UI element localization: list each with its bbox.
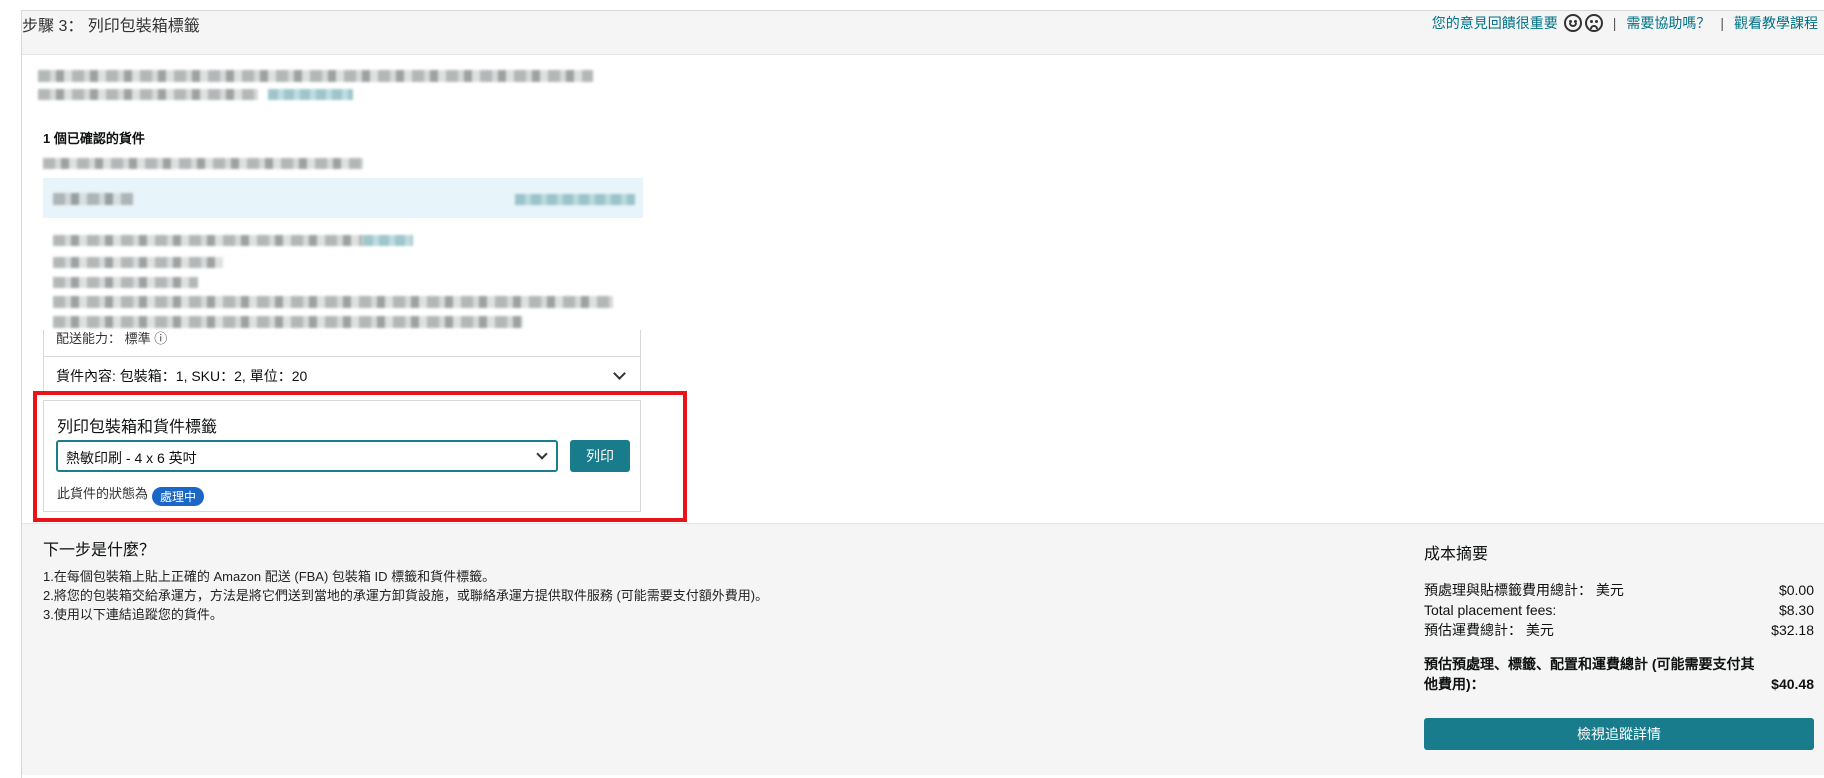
cost-row: Total placement fees: $8.30: [1424, 600, 1814, 620]
redacted-text: [53, 277, 198, 288]
separator: |: [1612, 15, 1617, 31]
chevron-down-icon: [536, 448, 548, 460]
redacted-text: [53, 235, 363, 246]
list-item: 2.將您的包裝箱交給承運方，方法是將它們送到當地的承運方卸貨設施，或聯絡承運方提…: [43, 588, 769, 603]
happy-face-icon[interactable]: [1563, 14, 1582, 32]
status-badge: 處理中: [152, 487, 205, 506]
print-labels-panel: 列印包裝箱和貨件標籤 熱敏印刷 - 4 x 6 英吋 列印 此貨件的狀態為 處理…: [43, 400, 641, 512]
cost-total-label: 預估預處理、標籤、配置和運費總計 (可能需要支付其他費用)：: [1424, 656, 1755, 692]
print-button[interactable]: 列印: [570, 440, 630, 472]
cost-summary: 成本摘要 預處理與貼標籤費用總計： 美元 $0.00 Total placeme…: [1424, 540, 1814, 750]
redacted-text: [53, 193, 133, 205]
list-item: 1.在每個包裝箱上貼上正確的 Amazon 配送 (FBA) 包裝箱 ID 標籤…: [43, 569, 496, 584]
header-links: 您的意見回饋很重要 | 需要協助嗎？ | 觀看教學課程: [1432, 13, 1818, 33]
redacted-link: [268, 89, 353, 100]
tutorial-link[interactable]: 觀看教學課程: [1734, 13, 1818, 33]
cost-row: 預處理與貼標籤費用總計： 美元 $0.00: [1424, 580, 1814, 600]
redacted-text: [43, 158, 363, 169]
label-format-value: 熱敏印刷 - 4 x 6 英吋: [66, 450, 197, 466]
redacted-text: [53, 316, 523, 328]
next-steps-title: 下一步是什麼？: [43, 542, 156, 559]
cost-label: Total placement fees:: [1424, 602, 1557, 618]
label-format-select[interactable]: 熱敏印刷 - 4 x 6 英吋: [56, 440, 558, 472]
chevron-down-icon: [613, 366, 626, 380]
cost-total-value: $40.48: [1771, 676, 1814, 692]
shipment-contents: 貨件內容: 包裝箱：1, SKU：2, 單位：20: [56, 367, 308, 384]
cost-total: 預估預處理、標籤、配置和運費總計 (可能需要支付其他費用)： $40.48: [1424, 654, 1814, 694]
status-label: 此貨件的狀態為: [57, 486, 149, 501]
step-title: 步驟 3： 列印包裝箱標籤: [22, 18, 200, 35]
feedback-link[interactable]: 您的意見回饋很重要: [1432, 13, 1558, 33]
redacted-text: [38, 70, 593, 82]
print-panel-title: 列印包裝箱和貨件標籤: [57, 419, 218, 436]
shipment-card: 配送能力： 標準 ⓘ 貨件內容: 包裝箱：1, SKU：2, 單位：20: [43, 330, 641, 395]
help-link[interactable]: 需要協助嗎？: [1626, 13, 1710, 33]
delivery-capability: 配送能力： 標準 ⓘ: [56, 331, 168, 346]
cost-summary-title: 成本摘要: [1424, 546, 1489, 563]
shipment-status: 此貨件的狀態為 處理中: [57, 479, 205, 506]
separator: |: [1720, 15, 1724, 31]
cost-row: 預估運費總計： 美元 $32.18: [1424, 620, 1814, 640]
redacted-link: [363, 235, 413, 246]
sad-face-icon[interactable]: [1584, 14, 1603, 32]
redacted-link: [515, 194, 635, 205]
redacted-text: [38, 89, 258, 100]
shipment-contents-toggle[interactable]: 貨件內容: 包裝箱：1, SKU：2, 單位：20: [44, 356, 640, 394]
cost-value: $8.30: [1778, 602, 1814, 618]
redacted-text: [53, 257, 223, 268]
cost-label: 預估運費總計： 美元: [1424, 622, 1554, 638]
cost-label: 預處理與貼標籤費用總計： 美元: [1424, 582, 1624, 598]
shipments-heading: 1 個已確認的貨件: [43, 131, 145, 146]
redacted-text: [53, 296, 613, 308]
cost-value: $0.00: [1778, 582, 1814, 598]
view-tracking-button[interactable]: 檢視追蹤詳情: [1424, 718, 1814, 750]
next-steps-list: 1.在每個包裝箱上貼上正確的 Amazon 配送 (FBA) 包裝箱 ID 標籤…: [43, 567, 768, 624]
list-item: 3.使用以下連結追蹤您的貨件。: [43, 607, 223, 622]
cost-value: $32.18: [1771, 622, 1814, 638]
